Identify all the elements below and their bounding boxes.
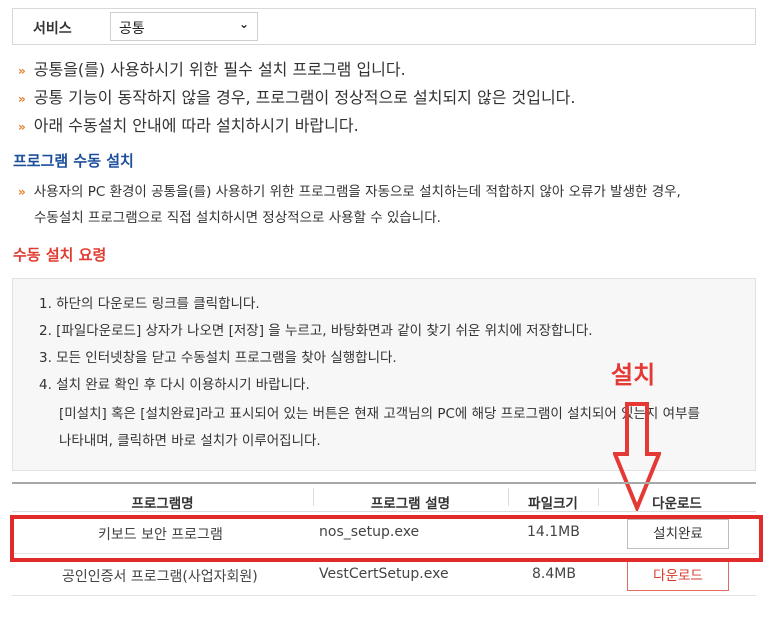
manual-install-heading: 프로그램 수동 설치	[13, 152, 134, 170]
notice-item: » 아래 수동설치 안내에 따라 설치하시기 바랍니다.	[18, 116, 359, 135]
install-callout: 설치	[611, 361, 656, 389]
row-highlight-box	[10, 515, 763, 562]
guide-note: 나타내며, 클릭하면 바로 설치가 이루어집니다.	[59, 433, 321, 449]
manual-install-desc-cont: 수동설치 프로그램으로 직접 설치하시면 정상적으로 사용할 수 있습니다.	[34, 210, 441, 226]
bullet-chevron-icon: »	[18, 92, 26, 106]
program-name: 공인인증서 프로그램(사업자회원)	[62, 569, 258, 585]
header-download: 다운로드	[652, 496, 702, 512]
guide-step: 2. [파일다운로드] 상자가 나오면 [저장] 을 누르고, 바탕화면과 같이…	[39, 323, 593, 339]
bullet-chevron-icon: »	[18, 120, 26, 134]
program-file: VestCertSetup.exe	[319, 566, 449, 582]
header-program-name: 프로그램명	[131, 496, 194, 512]
service-bar: 서비스 공통 ⌄	[12, 8, 756, 45]
notice-item: » 공통을(를) 사용하시기 위한 필수 설치 프로그램 입니다.	[18, 60, 406, 79]
guide-heading: 수동 설치 요령	[13, 246, 107, 264]
guide-step: 4. 설치 완료 확인 후 다시 이용하시기 바랍니다.	[39, 377, 310, 393]
guide-step: 3. 모든 인터넷창을 닫고 수동설치 프로그램을 찾아 실행합니다.	[39, 350, 397, 366]
service-select[interactable]: 공통 ⌄	[110, 12, 258, 41]
header-file-size: 파일크기	[528, 496, 578, 512]
manual-install-desc: » 사용자의 PC 환경이 공통을(를) 사용하기 위한 프로그램을 자동으로 설…	[18, 184, 681, 200]
service-label: 서비스	[33, 21, 72, 37]
bullet-chevron-icon: »	[18, 185, 26, 199]
guide-step: 1. 하단의 다운로드 링크를 클릭합니다.	[39, 296, 260, 312]
bullet-chevron-icon: »	[18, 64, 26, 78]
service-select-value: 공통	[119, 21, 145, 37]
guide-note: [미설치] 혹은 [설치완료]라고 표시되어 있는 버튼은 현재 고객님의 PC…	[59, 406, 700, 422]
download-button[interactable]: 다운로드	[627, 561, 729, 591]
table-header: 프로그램명 프로그램 설명 파일크기 다운로드	[12, 482, 756, 512]
notice-item: » 공통 기능이 동작하지 않을 경우, 프로그램이 정상적으로 설치되지 않은 …	[18, 88, 576, 107]
chevron-down-icon: ⌄	[238, 17, 249, 31]
header-program-desc: 프로그램 설명	[370, 496, 451, 512]
program-size: 8.4MB	[532, 566, 576, 582]
